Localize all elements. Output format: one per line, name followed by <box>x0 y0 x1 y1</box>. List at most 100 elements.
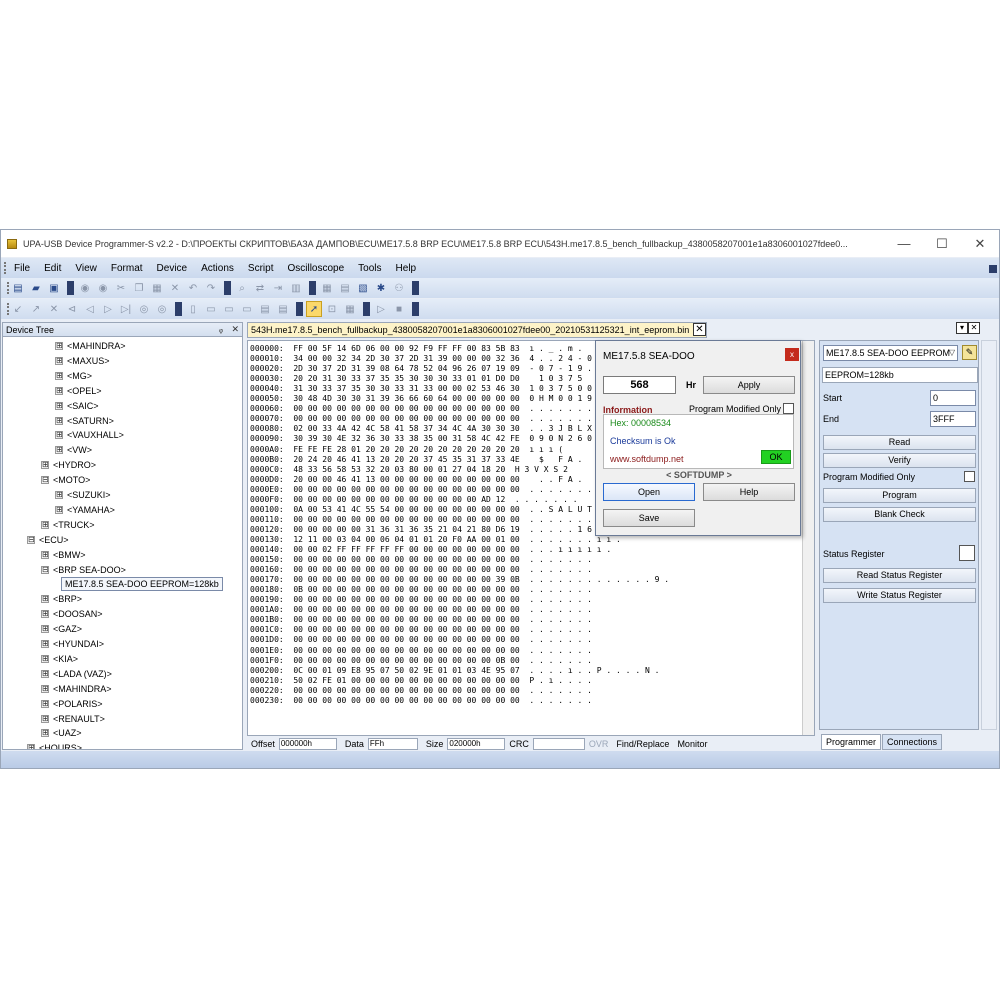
hex-row[interactable]: 000010: 34 00 00 32 34 2D 30 37 2D 31 39… <box>250 354 592 364</box>
expand-icon[interactable]: ⊞ <box>55 386 63 395</box>
tree-item[interactable]: ⊞ <OPEL> <box>55 384 102 398</box>
toolbar-dropdown-icon[interactable] <box>175 302 182 316</box>
tree-item[interactable]: ME17.8.5 SEA-DOO EEPROM=128kb <box>61 577 223 592</box>
tree-item[interactable]: ⊞ <MAHINDRA> <box>41 682 112 696</box>
split-icon[interactable]: ◎ <box>136 301 152 317</box>
read-button[interactable]: Read <box>823 435 976 450</box>
table-icon[interactable]: ▦ <box>319 280 335 296</box>
hex-row[interactable]: 000140: 00 00 02 FF FF FF FF FF 00 00 00… <box>250 545 611 555</box>
hex-row[interactable]: 000060: 00 00 00 00 00 00 00 00 00 00 00… <box>250 404 592 414</box>
hex-row[interactable]: 0000B0: 20 24 20 46 41 13 20 20 20 37 45… <box>250 455 582 465</box>
paste-icon[interactable]: ▦ <box>149 280 165 296</box>
expand-icon[interactable]: ⊞ <box>55 446 63 455</box>
tree-item[interactable]: ⊞ <MAXUS> <box>55 354 110 368</box>
text-icon[interactable]: ▤ <box>337 280 353 296</box>
expand-icon[interactable]: ⊞ <box>41 684 49 693</box>
toolbar-dropdown-icon[interactable] <box>989 265 997 273</box>
tree-item[interactable]: ⊞ <SAIC> <box>55 399 99 413</box>
cursor-icon[interactable]: ➚ <box>306 301 322 317</box>
tab-programmer[interactable]: Programmer <box>821 734 882 750</box>
save-icon[interactable]: ▣ <box>46 280 62 296</box>
list-icon[interactable]: ▭ <box>221 301 237 317</box>
expand-icon[interactable]: ⊞ <box>55 401 63 410</box>
copy-icon[interactable]: ❐ <box>131 280 147 296</box>
write-status-register-button[interactable]: Write Status Register <box>823 588 976 603</box>
expand-icon[interactable]: ⊞ <box>41 699 49 708</box>
zoom-icon[interactable]: ⊡ <box>324 301 340 317</box>
hex-row[interactable]: 0001E0: 00 00 00 00 00 00 00 00 00 00 00… <box>250 646 592 656</box>
expand-icon[interactable]: ⊞ <box>41 729 49 738</box>
bug-icon[interactable]: ✱ <box>373 280 389 296</box>
merge-icon[interactable]: ◎ <box>154 301 170 317</box>
expand-icon[interactable]: ⊞ <box>27 744 35 749</box>
hex-row[interactable]: 000090: 30 39 30 4E 32 36 30 33 38 35 00… <box>250 434 592 444</box>
cut-icon[interactable]: ✂ <box>113 280 129 296</box>
hex-row[interactable]: 000170: 00 00 00 00 00 00 00 00 00 00 00… <box>250 575 669 585</box>
minimize-button[interactable]: — <box>885 230 923 257</box>
list-icon[interactable]: ▤ <box>257 301 273 317</box>
tree-item[interactable]: ⊞ <YAMAHA> <box>55 503 115 517</box>
hex-row[interactable]: 0000E0: 00 00 00 00 00 00 00 00 00 00 00… <box>250 485 592 495</box>
tree-item[interactable]: ⊞ <HOURS> <box>27 741 82 749</box>
menu-help[interactable]: Help <box>389 263 424 274</box>
redo-icon[interactable]: ↷ <box>203 280 219 296</box>
tree-item[interactable]: ⊞ <SATURN> <box>55 414 114 428</box>
expand-icon[interactable]: ⊞ <box>41 595 49 604</box>
hex-row[interactable]: 000100: 0A 00 53 41 4C 55 54 00 00 00 00… <box>250 505 592 515</box>
tree-item[interactable]: ⊞ <HYUNDAI> <box>41 637 104 651</box>
list-icon[interactable]: ▭ <box>203 301 219 317</box>
first-icon[interactable]: ▷ <box>100 301 116 317</box>
tree-item[interactable]: ⊞ <BRP> <box>41 592 82 606</box>
expand-icon[interactable]: ⊞ <box>55 505 63 514</box>
undo-icon[interactable]: ↶ <box>185 280 201 296</box>
hex-row[interactable]: 000150: 00 00 00 00 00 00 00 00 00 00 00… <box>250 555 592 565</box>
collapse-icon[interactable]: ⊟ <box>41 476 49 485</box>
tree-item[interactable]: ⊟ <ECU> <box>27 533 69 547</box>
collapse-icon[interactable]: ⊟ <box>27 535 35 544</box>
hex-row[interactable]: 000000: FF 00 5F 14 6D 06 00 00 92 F9 FF… <box>250 344 582 354</box>
back-icon[interactable]: ⊲ <box>64 301 80 317</box>
tree-item[interactable]: ⊞ <KIA> <box>41 652 78 666</box>
expand-icon[interactable]: ⊞ <box>41 714 49 723</box>
save-button[interactable]: Save <box>603 509 695 527</box>
tab-file[interactable]: 543H.me17.8.5_bench_fullbackup_438005820… <box>247 322 707 338</box>
toolbar-dropdown-icon[interactable] <box>296 302 303 316</box>
expand-icon[interactable]: ⊞ <box>41 461 49 470</box>
menu-script[interactable]: Script <box>241 263 281 274</box>
hex-row[interactable]: 0001C0: 00 00 00 00 00 00 00 00 00 00 00… <box>250 625 592 635</box>
tree-item[interactable]: ⊞ <TRUCK> <box>41 518 95 532</box>
hex-row[interactable]: 000130: 12 11 00 03 04 00 06 04 01 01 20… <box>250 535 621 545</box>
hex-row[interactable]: 0000F0: 00 00 00 00 00 00 00 00 00 00 00… <box>250 495 578 505</box>
hex-row[interactable]: 000200: 0C 00 01 09 E8 95 07 50 02 9E 01… <box>250 666 659 676</box>
menu-device[interactable]: Device <box>150 263 195 274</box>
hex-row[interactable]: 0001D0: 00 00 00 00 00 00 00 00 00 00 00… <box>250 635 592 645</box>
program-modified-only-checkbox[interactable] <box>964 471 975 482</box>
panel-menu-icon[interactable]: ▾ <box>956 322 968 334</box>
expand-icon[interactable]: ⊞ <box>55 431 63 440</box>
pin-icon[interactable]: ᵩ <box>219 324 223 334</box>
hours-input[interactable]: 568 <box>603 376 676 394</box>
find-icon[interactable]: ⌕ <box>234 280 250 296</box>
toolbar-dropdown-icon[interactable] <box>363 302 370 316</box>
reload-icon[interactable]: ◉ <box>95 280 111 296</box>
expand-icon[interactable]: ⊞ <box>55 491 63 499</box>
tab-connections[interactable]: Connections <box>882 734 943 750</box>
new-icon[interactable]: ▤ <box>10 280 26 296</box>
hex-row[interactable]: 000120: 00 00 00 00 00 31 36 31 36 35 21… <box>250 525 650 535</box>
stop-icon[interactable]: ✕ <box>46 301 62 317</box>
tree-item[interactable]: ⊞ <RENAULT> <box>41 712 105 726</box>
tree-item[interactable]: ⊞ <HYDRO> <box>41 458 96 472</box>
hex-row[interactable]: 000070: 00 00 00 00 00 00 00 00 00 00 00… <box>250 414 592 424</box>
play-icon[interactable]: ↗ <box>28 301 44 317</box>
menu-format[interactable]: Format <box>104 263 150 274</box>
expand-icon[interactable]: ⊞ <box>55 371 63 380</box>
device-select[interactable]: ME17.8.5 SEA-DOO EEPROM ▽ <box>823 345 958 361</box>
last-icon[interactable]: ▷| <box>118 301 134 317</box>
open-icon[interactable]: ▰ <box>28 280 44 296</box>
tree-item[interactable]: ⊞ <VW> <box>55 443 92 457</box>
delete-icon[interactable]: ✕ <box>167 280 183 296</box>
monitor-tab[interactable]: Monitor <box>677 739 707 749</box>
tree-item[interactable]: ⊞ <UAZ> <box>41 726 82 740</box>
collapse-icon[interactable]: ⊟ <box>41 565 49 574</box>
cycle-icon[interactable]: ▦ <box>342 301 358 317</box>
